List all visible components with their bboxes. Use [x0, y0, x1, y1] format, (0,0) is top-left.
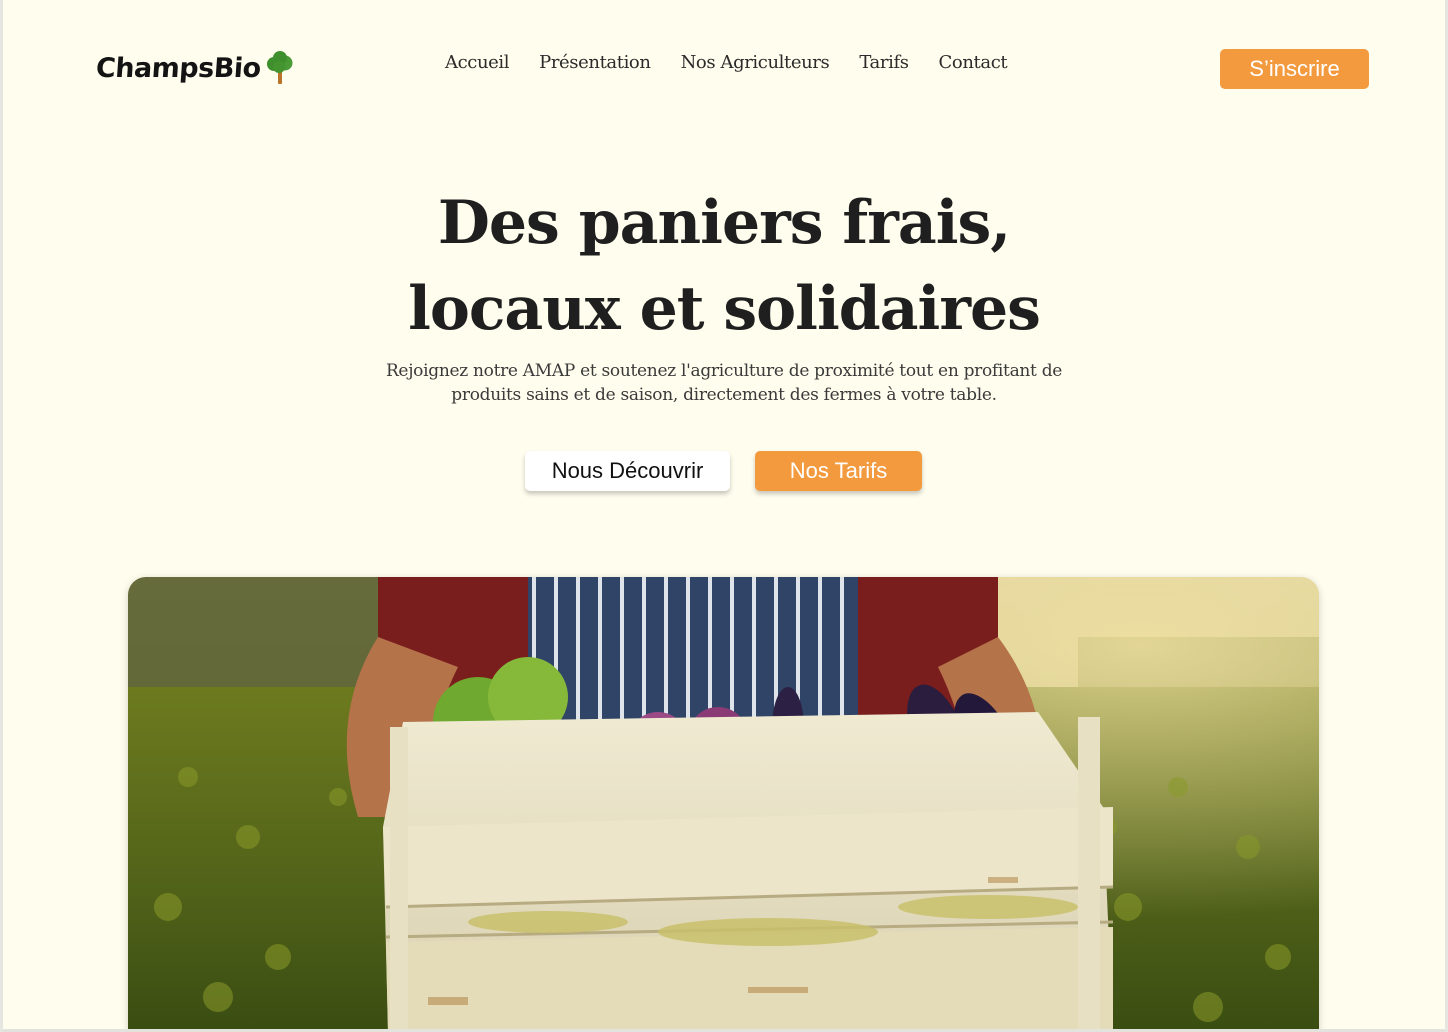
hero-subtitle: Rejoignez notre AMAP et soutenez l'agric…	[385, 361, 1063, 405]
tree-icon	[265, 51, 295, 85]
brand-name: ChampsBio	[94, 52, 262, 84]
nav-item-tarifs[interactable]: Tarifs	[859, 52, 909, 73]
hero-image	[128, 577, 1319, 1029]
main-nav: Accueil Présentation Nos Agriculteurs Ta…	[445, 52, 1008, 73]
signup-button[interactable]: S’inscrire	[1220, 49, 1369, 89]
nav-item-accueil[interactable]: Accueil	[445, 52, 510, 73]
hero-title: Des paniers frais, locaux et solidaires	[3, 180, 1445, 352]
landing-page: ChampsBio Accueil Présentation Nos Agric…	[0, 0, 1448, 1032]
hero-title-line-2: locaux et solidaires	[408, 274, 1041, 344]
hero-title-line-1: Des paniers frais,	[437, 188, 1011, 258]
pricing-button[interactable]: Nos Tarifs	[755, 451, 922, 491]
brand-logo[interactable]: ChampsBio	[94, 46, 295, 90]
nav-item-presentation[interactable]: Présentation	[539, 52, 651, 73]
nav-item-nos-agriculteurs[interactable]: Nos Agriculteurs	[681, 52, 830, 73]
nav-item-contact[interactable]: Contact	[939, 52, 1008, 73]
discover-button[interactable]: Nous Découvrir	[525, 451, 730, 491]
